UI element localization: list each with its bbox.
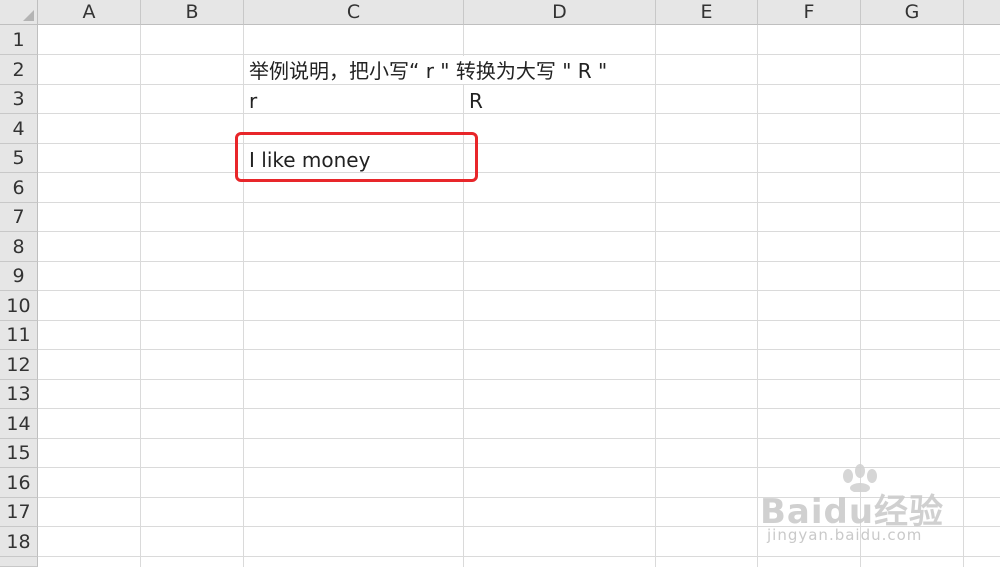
row-header-15[interactable]: 15: [0, 439, 38, 468]
row-header-17[interactable]: 17: [0, 498, 38, 527]
row-header-18[interactable]: 18: [0, 527, 38, 557]
watermark-url: jingyan.baidu.com: [767, 526, 923, 544]
row-header-9[interactable]: 9: [0, 262, 38, 291]
column-header-f[interactable]: F: [758, 0, 861, 25]
grid-line: [38, 54, 1000, 55]
select-all-triangle-icon: [23, 10, 34, 21]
row-header-13[interactable]: 13: [0, 380, 38, 409]
column-header-d[interactable]: D: [464, 0, 656, 25]
row-header-3[interactable]: 3: [0, 85, 38, 114]
row-header-10[interactable]: 10: [0, 291, 38, 321]
grid-line: [655, 25, 656, 567]
grid-line: [38, 143, 1000, 144]
highlight-box: [235, 132, 478, 182]
row-header-1[interactable]: 1: [0, 25, 38, 55]
row-header-6[interactable]: 6: [0, 173, 38, 203]
column-header-g[interactable]: G: [861, 0, 964, 25]
row-header-4[interactable]: 4: [0, 114, 38, 144]
spreadsheet-grid: A B C D E F G 1 2 3 4 5 6 7 8 9 10 11 12…: [0, 0, 1000, 567]
column-header-e[interactable]: E: [656, 0, 758, 25]
select-all-corner[interactable]: [0, 0, 38, 25]
column-header-a[interactable]: A: [38, 0, 141, 25]
grid-line: [38, 349, 1000, 350]
grid-line: [38, 84, 1000, 85]
grid-line: [38, 320, 1000, 321]
row-header-14[interactable]: 14: [0, 409, 38, 439]
row-header-7[interactable]: 7: [0, 203, 38, 232]
cell-c2[interactable]: 举例说明，把小写“ r " 转换为大写 " R ": [244, 56, 612, 84]
row-header-16[interactable]: 16: [0, 468, 38, 498]
row-header-8[interactable]: 8: [0, 232, 38, 262]
column-header-c[interactable]: C: [244, 0, 464, 25]
cell-c3[interactable]: r: [244, 86, 258, 113]
grid-line: [38, 438, 1000, 439]
grid-line: [38, 172, 1000, 173]
column-header-h[interactable]: [964, 0, 1000, 25]
grid-line: [38, 231, 1000, 232]
grid-line: [38, 202, 1000, 203]
grid-line: [38, 556, 1000, 557]
grid-line: [38, 290, 1000, 291]
row-header-11[interactable]: 11: [0, 321, 38, 350]
grid-line: [38, 261, 1000, 262]
grid-line: [38, 113, 1000, 114]
row-header-2[interactable]: 2: [0, 55, 38, 85]
grid-line: [963, 25, 964, 567]
grid-line: [38, 379, 1000, 380]
row-header-12[interactable]: 12: [0, 350, 38, 380]
row-header-5[interactable]: 5: [0, 144, 38, 173]
row-header-19[interactable]: [0, 557, 38, 567]
cell-d3[interactable]: R: [464, 86, 483, 113]
column-header-b[interactable]: B: [141, 0, 244, 25]
grid-line: [38, 408, 1000, 409]
grid-line: [140, 25, 141, 567]
baidu-jingyan-watermark: Baidu经验 jingyan.baidu.com: [755, 462, 955, 547]
